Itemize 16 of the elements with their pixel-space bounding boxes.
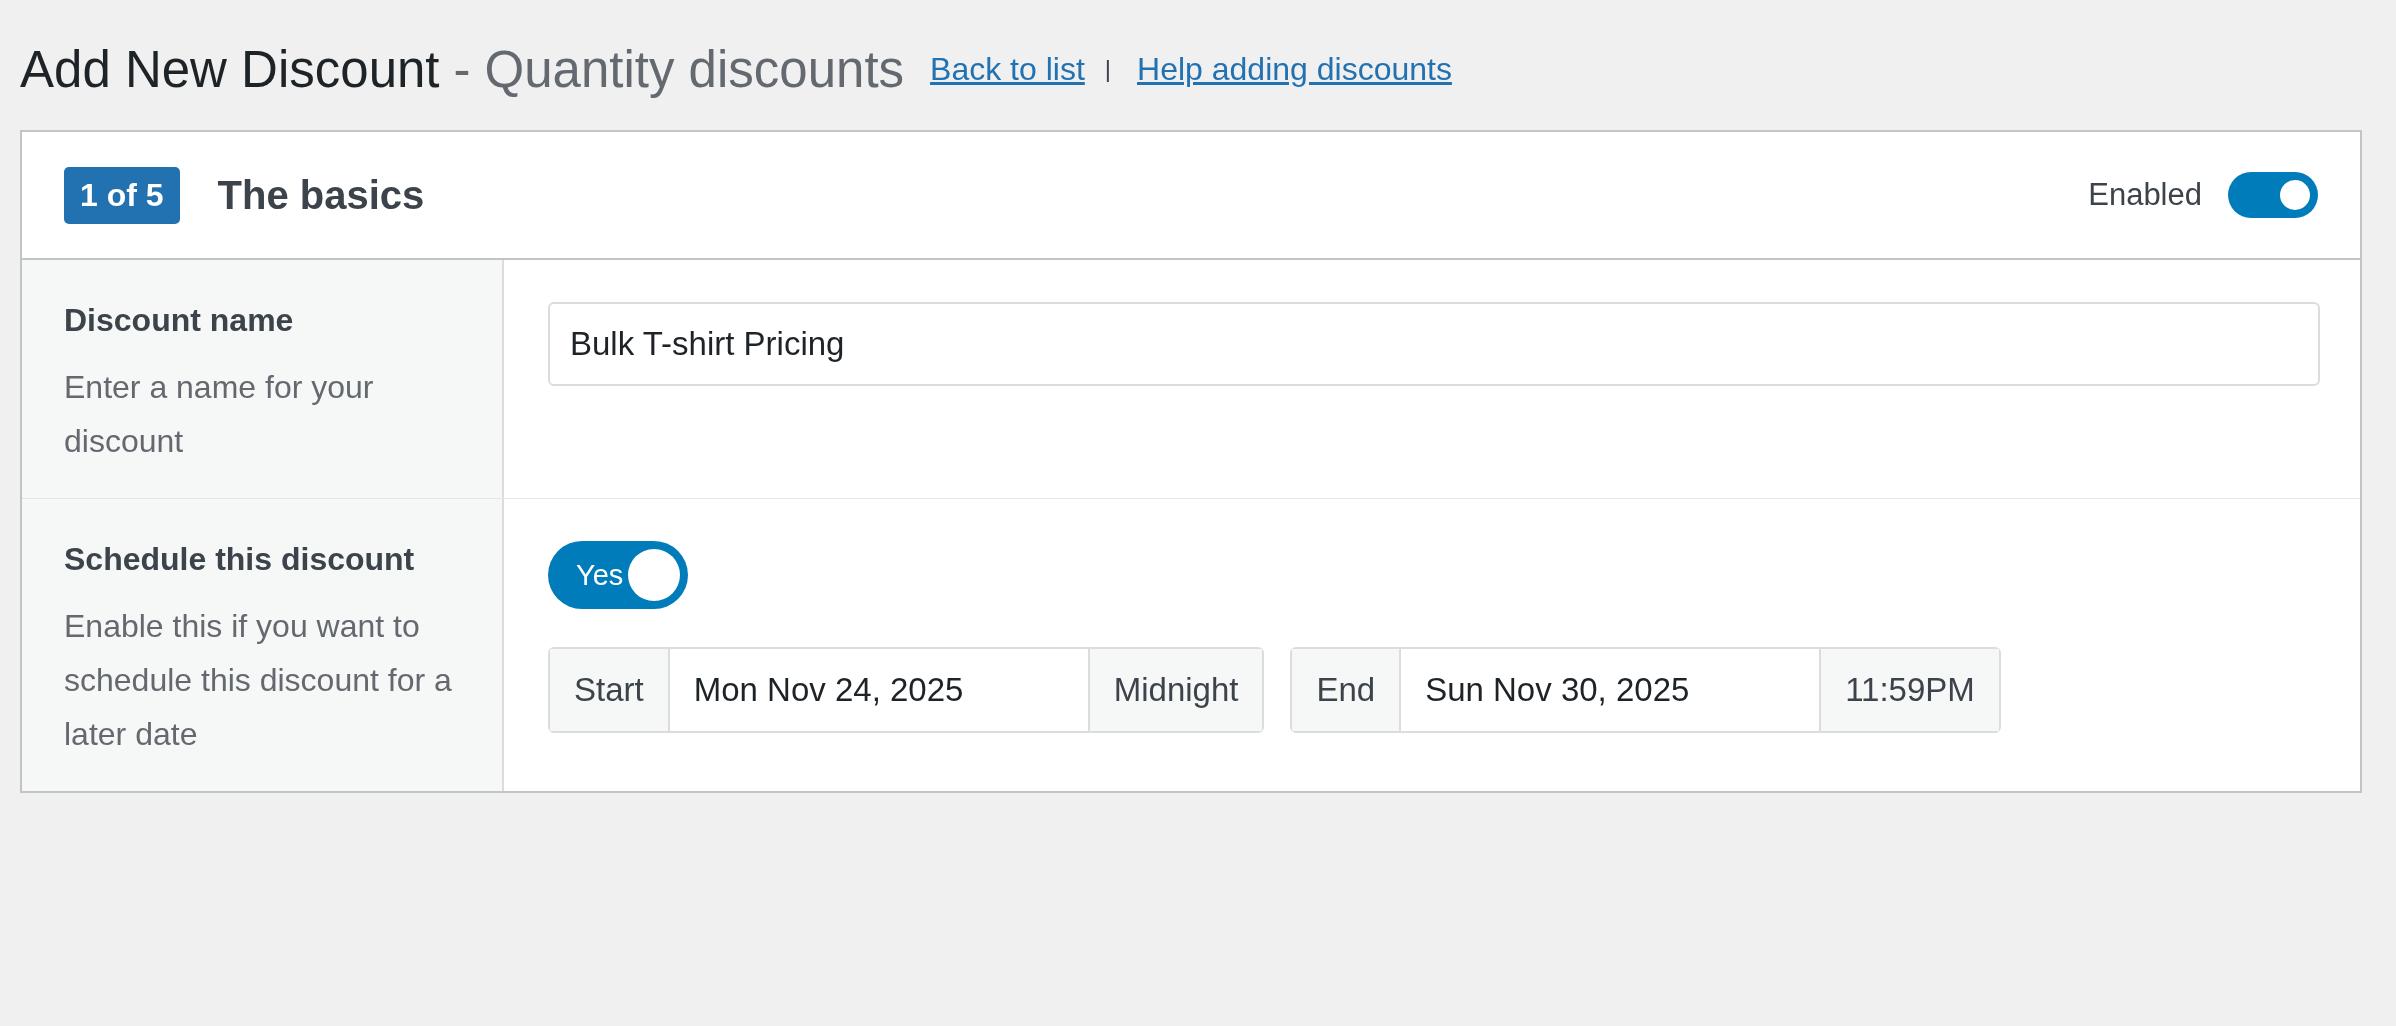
header-link[interactable]: Help adding discounts [1137,50,1452,88]
field-label: Discount name [64,301,295,340]
link-separator: | [1104,55,1112,83]
toggle-switch[interactable]: Yes [548,541,688,609]
title-separator: - [453,39,471,99]
field-label: Schedule this discount [64,540,416,579]
step-badge: 1 of 5 [64,166,180,224]
field-description: Enable this if you want to schedule this discount for a later date [64,607,453,754]
section-title: The basics [217,172,425,218]
page-subtitle: Quantity discounts [484,39,905,99]
toggle-switch[interactable] [2228,172,2318,218]
enabled-label: Enabled [2088,177,2202,213]
text-input[interactable]: Bulk T-shirt Pricing [548,302,2320,386]
page-title: Add New Discount [20,39,440,99]
field-description: Enter a name for your discount [64,368,375,461]
header-link[interactable]: Back to list [930,50,1085,88]
